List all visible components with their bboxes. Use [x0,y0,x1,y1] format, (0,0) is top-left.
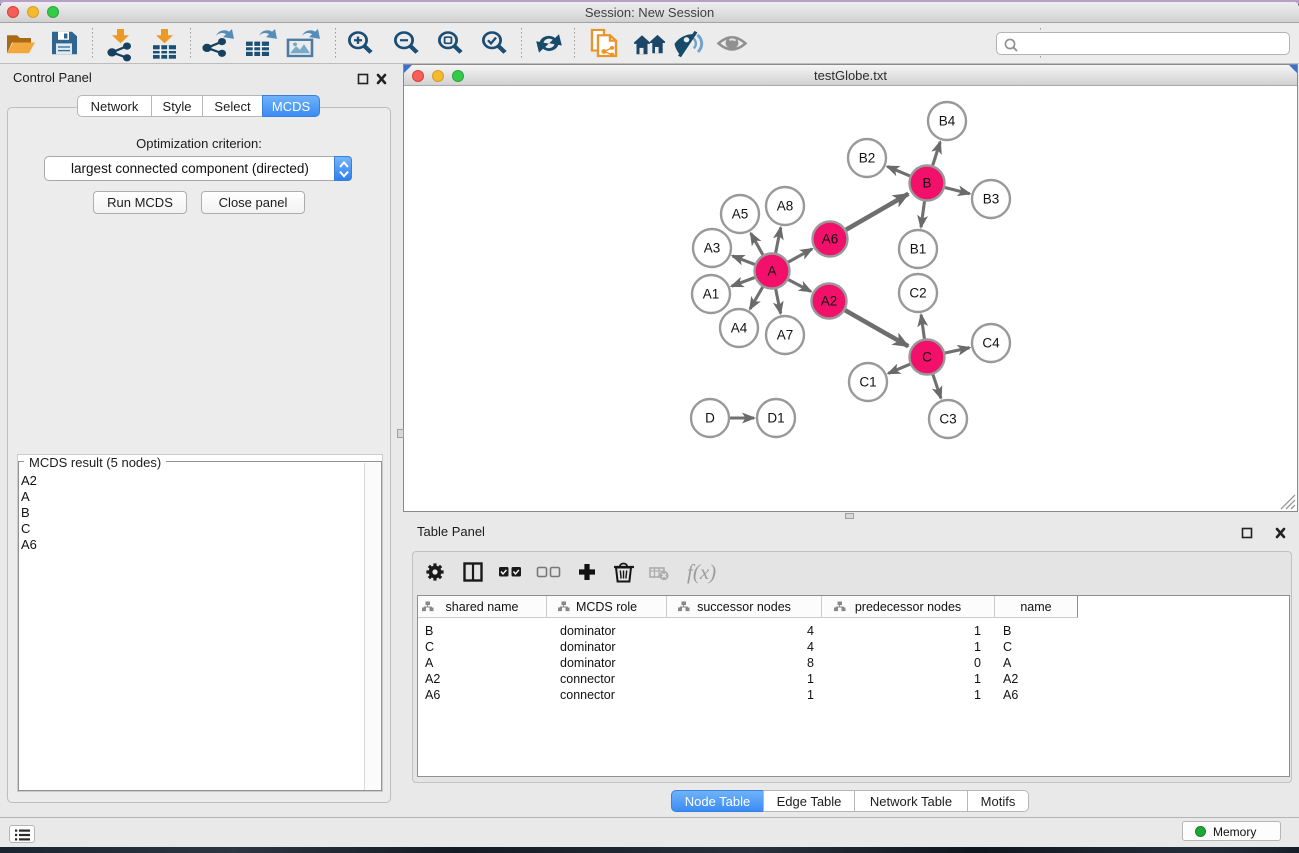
svg-text:f(x): f(x) [687,560,716,584]
